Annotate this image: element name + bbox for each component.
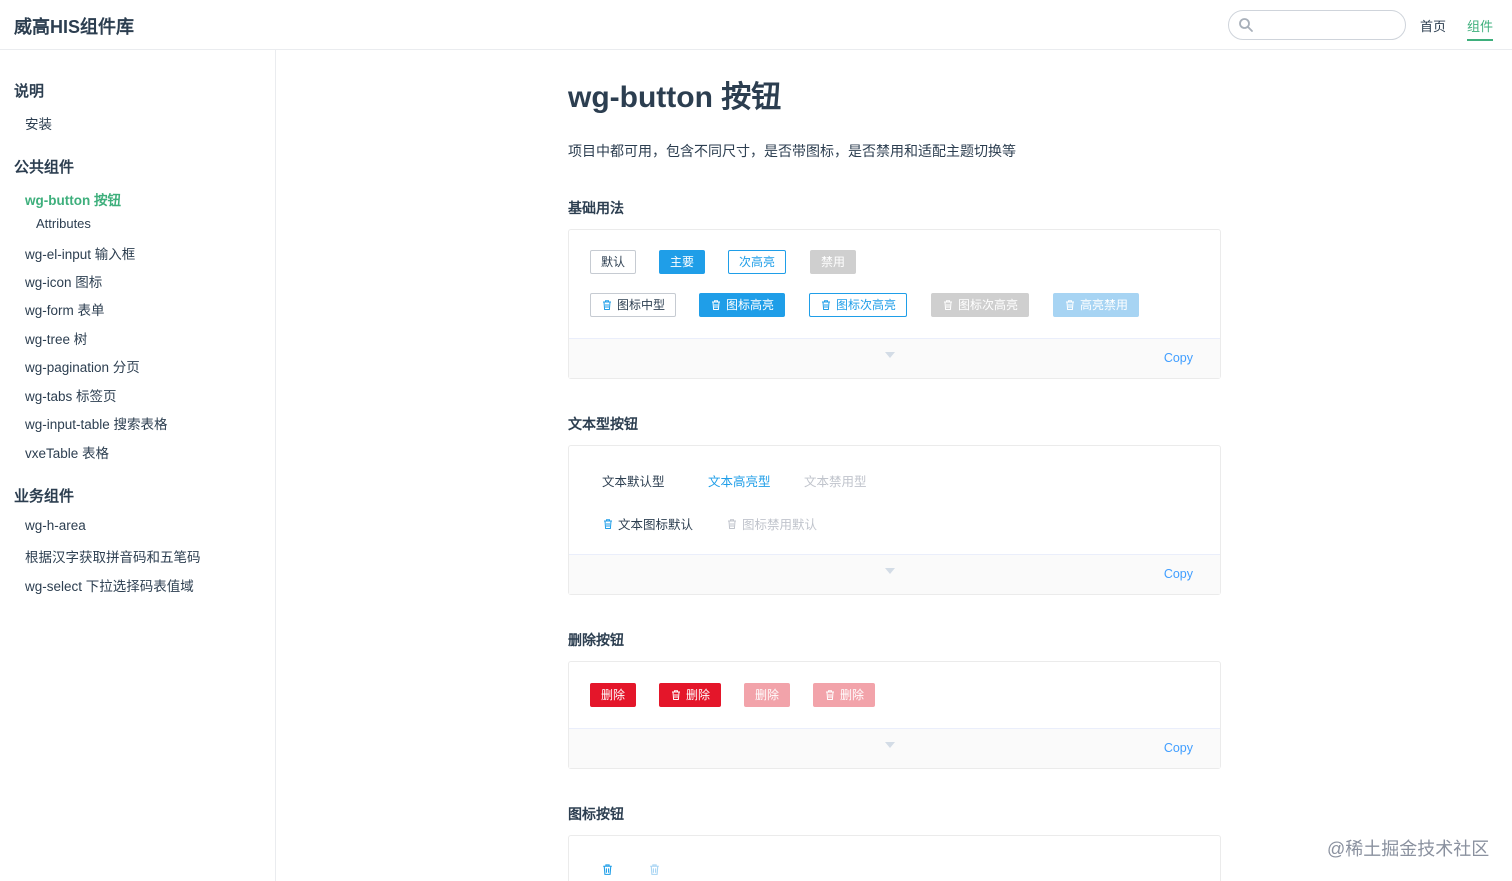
sidebar-item-wg-input-table[interactable]: wg-input-table 搜索表格 [25, 413, 168, 433]
default-button[interactable]: 默认 [590, 250, 637, 274]
button-label: 图标禁用默认 [742, 518, 818, 532]
primary-button[interactable]: 主要 [659, 250, 706, 274]
text-primary-button[interactable]: 文本高亮型 [708, 471, 771, 490]
sidebar: 说明 安装 公共组件 wg-button 按钮 Attributes wg-el… [0, 50, 276, 881]
delete-button[interactable]: 删除 [590, 683, 637, 707]
sidebar-group-intro[interactable]: 说明 [14, 80, 44, 101]
trash-icon [822, 300, 830, 310]
section-title-basic: 基础用法 [568, 200, 624, 216]
icon-medium-button[interactable]: 图标中型 [590, 293, 677, 317]
button-label: 高亮禁用 [1080, 298, 1129, 312]
sidebar-item-install[interactable]: 安装 [25, 113, 52, 133]
trash-icon[interactable] [601, 863, 614, 876]
nav-link-home[interactable]: 首页 [1420, 16, 1446, 35]
sidebar-item-wg-icon[interactable]: wg-icon 图标 [25, 271, 102, 291]
sidebar-item-wg-pagination[interactable]: wg-pagination 分页 [25, 356, 140, 376]
section-title-icon-buttons: 图标按钮 [568, 806, 624, 822]
button-label: 文本图标默认 [618, 518, 694, 532]
trash-icon [1066, 300, 1074, 310]
sidebar-item-wg-select[interactable]: wg-select 下拉选择码表值域 [25, 575, 194, 595]
text-icon-default-button[interactable]: 文本图标默认 [602, 514, 693, 533]
section-title-delete-buttons: 删除按钮 [568, 632, 624, 648]
sidebar-item-wg-h-area[interactable]: wg-h-area [25, 518, 86, 533]
site-title[interactable]: 威高HIS组件库 [14, 13, 134, 39]
sidebar-item-wg-button[interactable]: wg-button 按钮 [25, 189, 121, 209]
delete-icon-disabled-button[interactable]: 删除 [813, 683, 876, 707]
caret-down-icon[interactable] [885, 568, 895, 574]
button-label: 图标中型 [617, 298, 666, 312]
icon-secondary-disabled-button[interactable]: 图标次高亮 [931, 293, 1030, 317]
caret-down-icon[interactable] [885, 742, 895, 748]
demo-footer: Copy [569, 338, 1220, 378]
top-navbar: 威高HIS组件库 首页 组件 [0, 0, 1512, 50]
sidebar-item-wg-el-input[interactable]: wg-el-input 输入框 [25, 243, 135, 263]
copy-button[interactable]: Copy [1164, 741, 1193, 755]
delete-disabled-button[interactable]: 删除 [744, 683, 791, 707]
copy-button[interactable]: Copy [1164, 351, 1193, 365]
section-title-text-buttons: 文本型按钮 [568, 416, 638, 432]
sidebar-group-business[interactable]: 业务组件 [14, 485, 74, 506]
icon-primary-disabled-button[interactable]: 高亮禁用 [1053, 293, 1140, 317]
delete-icon-button[interactable]: 删除 [659, 683, 722, 707]
demo-footer: Copy [569, 728, 1220, 768]
search-icon [1239, 18, 1253, 32]
sidebar-item-pinyin-wubi[interactable]: 根据汉字获取拼音码和五笔码 [25, 546, 201, 566]
secondary-button[interactable]: 次高亮 [728, 250, 787, 274]
sidebar-item-vxetable[interactable]: vxeTable 表格 [25, 442, 109, 462]
button-label: 删除 [686, 688, 711, 702]
button-label: 图标高亮 [726, 298, 775, 312]
trash-icon [712, 300, 720, 310]
sidebar-item-wg-tree[interactable]: wg-tree 树 [25, 328, 87, 348]
trash-icon [604, 518, 612, 529]
button-label: 删除 [840, 688, 865, 702]
page-title: wg-button 按钮 [568, 81, 782, 114]
nav-link-components[interactable]: 组件 [1467, 16, 1494, 41]
text-disabled-button[interactable]: 文本禁用型 [804, 471, 867, 490]
sidebar-item-wg-tabs[interactable]: wg-tabs 标签页 [25, 385, 117, 405]
demo-block-icon [568, 835, 1221, 881]
demo-block-basic: 默认 主要 次高亮 禁用 图标中型 图标高亮 图标次高亮 图标次高亮 高亮禁用 … [568, 229, 1221, 379]
search-input[interactable] [1228, 10, 1406, 40]
trash-icon [603, 300, 611, 310]
button-label: 图标次高亮 [836, 298, 897, 312]
button-label: 图标次高亮 [958, 298, 1019, 312]
page-description: 项目中都可用，包含不同尺寸，是否带图标，是否禁用和适配主题切换等 [568, 143, 1016, 159]
demo-block-delete: 删除 删除 删除 删除 Copy [568, 661, 1221, 769]
trash-icon [826, 690, 834, 700]
text-default-button[interactable]: 文本默认型 [602, 471, 665, 490]
text-icon-disabled-button[interactable]: 图标禁用默认 [726, 514, 817, 533]
copy-button[interactable]: Copy [1164, 567, 1193, 581]
demo-footer: Copy [569, 554, 1220, 594]
icon-secondary-button[interactable]: 图标次高亮 [809, 293, 908, 317]
sidebar-item-wg-form[interactable]: wg-form 表单 [25, 299, 105, 319]
watermark: @稀土掘金技术社区 [1327, 839, 1490, 859]
demo-block-text: 文本默认型 文本高亮型 文本禁用型 文本图标默认 图标禁用默认 Copy [568, 445, 1221, 595]
sidebar-group-common[interactable]: 公共组件 [14, 156, 74, 177]
trash-icon [728, 518, 736, 529]
disabled-button[interactable]: 禁用 [810, 250, 857, 274]
caret-down-icon[interactable] [885, 352, 895, 358]
trash-disabled-icon[interactable] [648, 863, 661, 876]
sidebar-subitem-attributes[interactable]: Attributes [36, 216, 91, 231]
trash-icon [944, 300, 952, 310]
icon-primary-button[interactable]: 图标高亮 [699, 293, 786, 317]
trash-icon [672, 690, 680, 700]
